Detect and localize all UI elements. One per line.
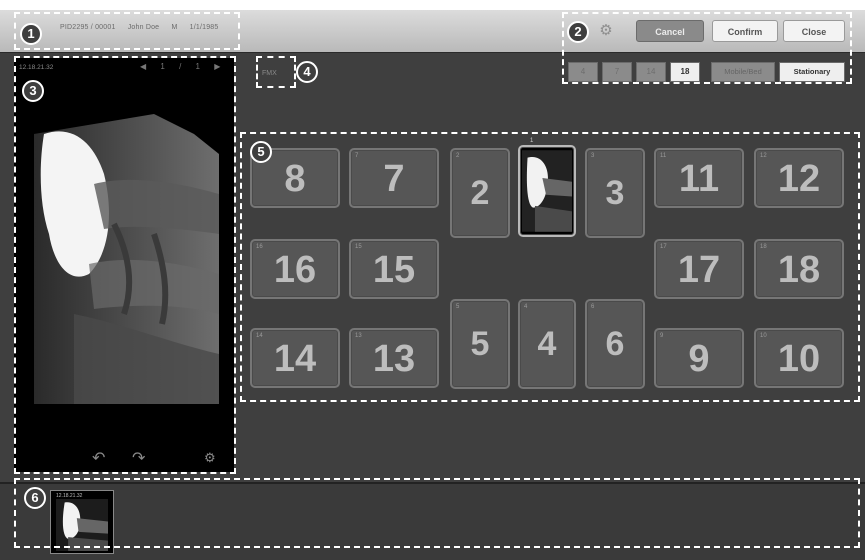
annotation-badge-3: 3	[22, 80, 44, 102]
annotation-box-6	[14, 478, 860, 548]
annotation-box-2	[562, 12, 852, 84]
acquisition-window: PID2295 / 00001 John Doe M 1/1/1985 ⚙ Ca…	[0, 10, 865, 560]
annotation-badge-1: 1	[20, 23, 42, 45]
annotation-badge-2: 2	[567, 21, 589, 43]
annotation-box-5	[240, 132, 860, 402]
annotation-badge-6: 6	[24, 487, 46, 509]
annotation-badge-4: 4	[296, 61, 318, 83]
annotation-box-1	[14, 12, 240, 50]
annotation-box-4	[256, 56, 296, 88]
annotation-box-3	[14, 56, 236, 474]
annotation-badge-5: 5	[250, 141, 272, 163]
